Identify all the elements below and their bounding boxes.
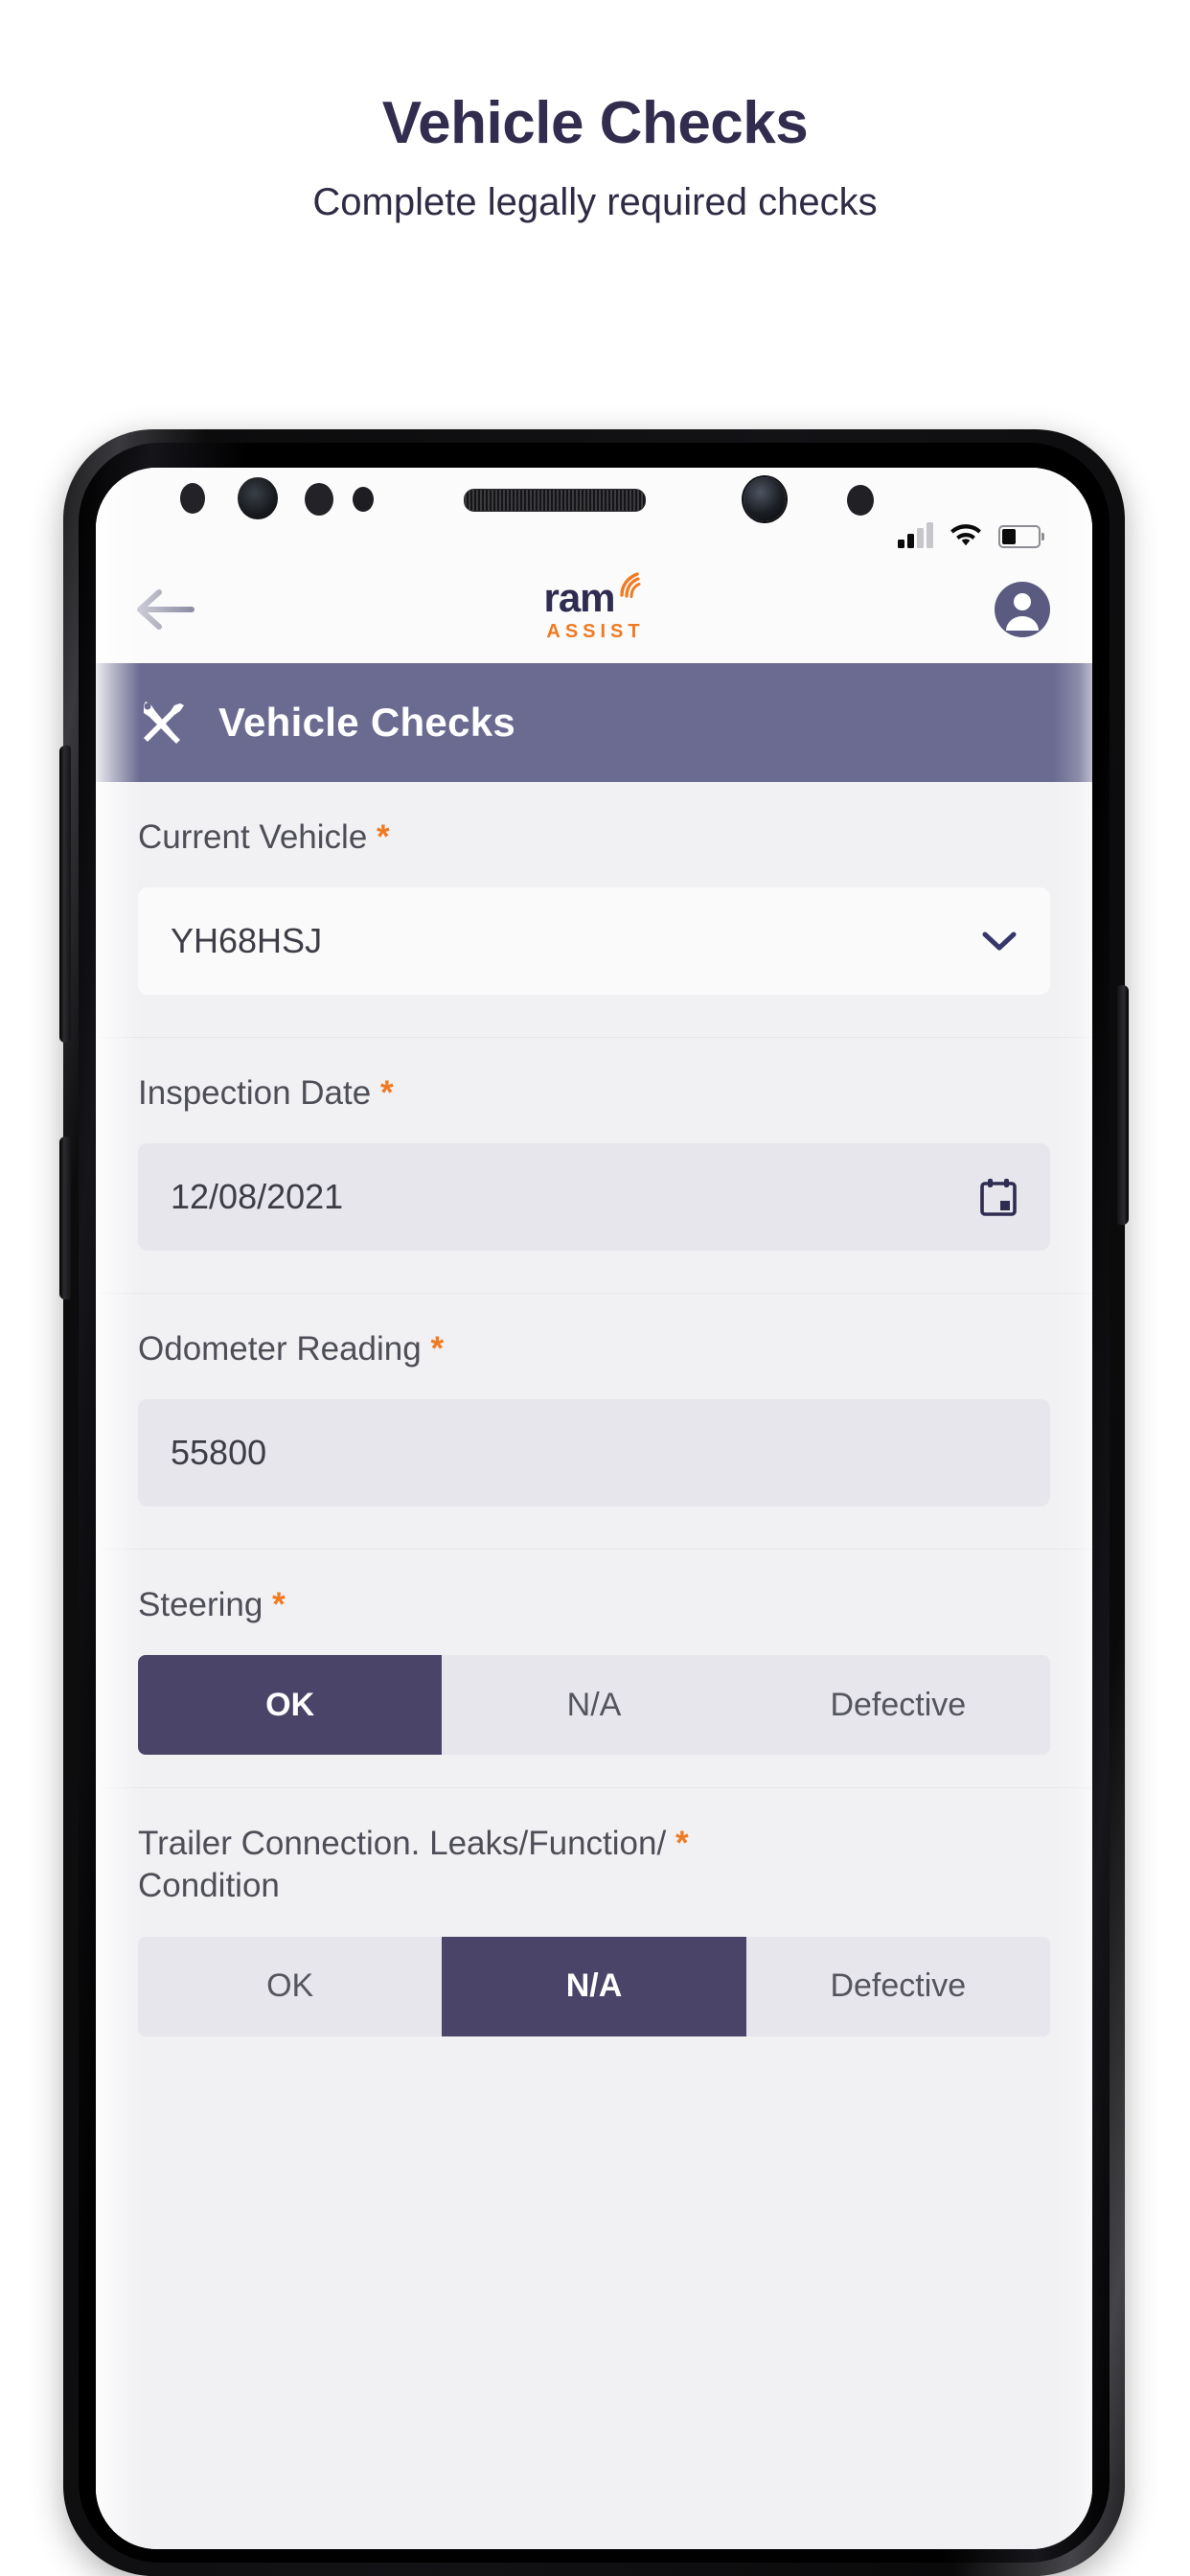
steering-option-ok[interactable]: OK [138,1655,443,1756]
field-label-inspection-date: Inspection Date * [138,1072,1050,1143]
chevron-down-icon[interactable] [981,930,1018,953]
required-marker: * [379,1074,394,1113]
section-title: Vehicle Checks [218,700,516,745]
input-odometer-reading[interactable]: 55800 [138,1399,1050,1507]
section-header: Vehicle Checks [96,663,1092,782]
select-current-vehicle[interactable]: YH68HSJ [138,887,1050,996]
steering-option-defective[interactable]: Defective [745,1655,1050,1756]
trailer-option-defective[interactable]: Defective [745,1936,1050,2036]
required-marker: * [675,1825,689,1863]
phone-screen: ram ASSIST Vehicle Checks Current Vehicl… [96,468,1092,2549]
required-marker: * [272,1586,286,1624]
field-label-current-vehicle: Current Vehicle * [138,816,1050,887]
required-marker: * [377,818,390,856]
select-value: YH68HSJ [171,921,323,961]
account-circle-icon[interactable] [993,580,1052,639]
front-camera-icon [744,477,786,521]
ram-assist-logo: ram ASSIST [543,572,645,642]
promo-header: Vehicle Checks Complete legally required… [0,0,1190,225]
logo-tagline: ASSIST [546,621,645,642]
page-title: Vehicle Checks [381,90,809,156]
led-indicator-icon [353,487,374,512]
label-text: Current Vehicle [138,818,368,856]
field-current-vehicle: Current Vehicle * YH68HSJ [96,782,1092,1039]
page-subtitle: Complete legally required checks [312,181,878,224]
field-steering: Steering * OK N/A Defective [96,1550,1092,1789]
steering-option-na[interactable]: N/A [442,1655,746,1756]
logo-wordmark: ram [543,575,615,620]
app-bar: ram ASSIST [96,556,1092,663]
power-button[interactable] [1117,985,1129,1225]
label-text-line2: Condition [138,1867,280,1905]
label-text: Steering [138,1586,263,1624]
iris-scanner-icon [238,477,278,519]
label-text-line1: Trailer Connection. Leaks/Function/ [138,1825,667,1863]
trailer-option-na[interactable]: N/A [442,1936,746,2036]
arrow-left-icon[interactable] [136,587,195,632]
signal-wave-icon [619,572,641,598]
secondary-sensor-icon [847,485,874,516]
calendar-icon[interactable] [979,1177,1018,1217]
segmented-control-steering: OK N/A Defective [138,1655,1050,1756]
phone-device-mockup: ram ASSIST Vehicle Checks Current Vehicl… [59,429,1129,2576]
label-text: Odometer Reading [138,1330,422,1368]
label-text: Inspection Date [138,1074,372,1113]
proximity-sensor-icon [180,483,205,514]
earpiece-speaker-icon [464,489,646,512]
field-inspection-date: Inspection Date * 12/08/2021 [96,1038,1092,1295]
date-value: 12/08/2021 [171,1177,344,1217]
bixby-button[interactable] [59,1137,71,1300]
required-marker: * [430,1330,445,1368]
light-sensor-icon [305,483,333,516]
app-viewport: ram ASSIST Vehicle Checks Current Vehicl… [96,468,1092,2549]
odometer-value: 55800 [171,1433,267,1473]
volume-button[interactable] [59,746,71,1043]
field-label-steering: Steering * [138,1584,1050,1655]
input-inspection-date[interactable]: 12/08/2021 [138,1143,1050,1252]
phone-top-bezel [96,443,1092,550]
field-odometer-reading: Odometer Reading * 55800 [96,1294,1092,1551]
segmented-control-trailer-connection: OK N/A Defective [138,1936,1050,2036]
field-trailer-connection: Trailer Connection. Leaks/Function/ * Co… [96,1788,1092,2036]
trailer-option-ok[interactable]: OK [138,1936,443,2036]
field-label-trailer-connection: Trailer Connection. Leaks/Function/ * Co… [138,1823,1050,1936]
vehicle-checks-form: Current Vehicle * YH68HSJ Inspection Dat… [96,782,1092,2549]
tools-icon [144,702,184,744]
field-label-odometer-reading: Odometer Reading * [138,1328,1050,1399]
